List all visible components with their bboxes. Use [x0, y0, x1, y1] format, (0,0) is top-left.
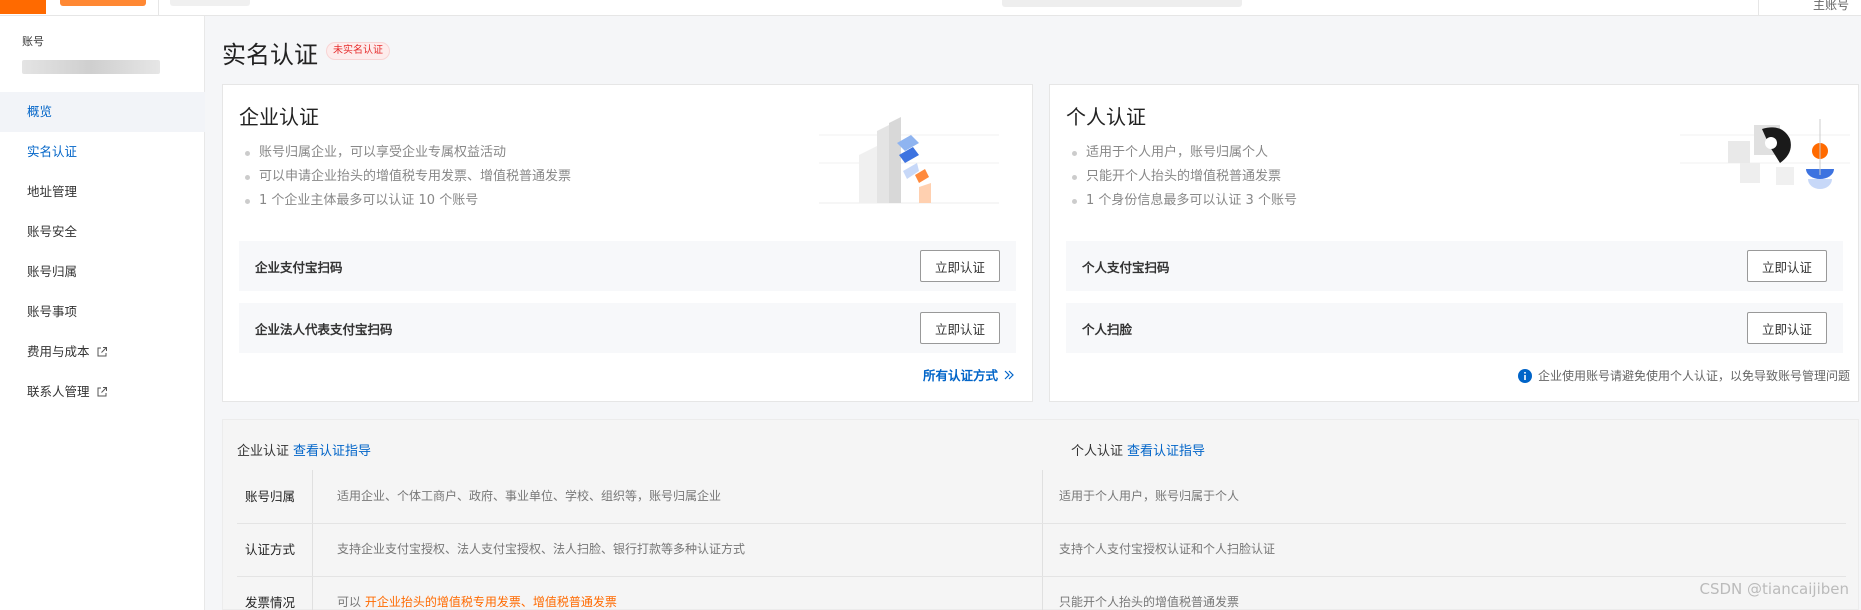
account-menu[interactable]: 主账号 — [1813, 0, 1849, 13]
sidebar-item-label: 账号事项 — [27, 304, 78, 319]
verify-now-button[interactable]: 立即认证 — [919, 250, 1000, 282]
global-search-input[interactable] — [1002, 0, 1242, 7]
personal-cell: 支持个人支付宝授权认证和个人扫脸认证 — [1059, 542, 1276, 556]
products-menu[interactable] — [170, 0, 250, 6]
verify-now-button[interactable]: 立即认证 — [1746, 250, 1827, 282]
enterprise-cell: 可以 开企业抬头的增值税专用发票、增值税普通发票 — [337, 576, 617, 610]
list-item: 1 个企业主体最多可以认证 10 个账号 — [245, 189, 571, 213]
list-item: 可以申请企业抬头的增值税专用发票、增值税普通发票 — [245, 165, 571, 189]
personal-cell: 适用于个人用户，账号归属于个人 — [1059, 489, 1240, 503]
top-navigation-bar: 主账号 — [0, 0, 1861, 16]
sidebar-item-label: 概览 — [27, 104, 53, 119]
sidebar-item-ownership[interactable]: 账号归属 — [0, 252, 205, 292]
sidebar-item-address[interactable]: 地址管理 — [0, 172, 205, 212]
sidebar-item-label: 账号安全 — [27, 224, 78, 239]
brand-logo[interactable] — [60, 0, 146, 6]
card-title: 个人认证 — [1066, 105, 1146, 129]
method-label: 企业支付宝扫码 — [255, 259, 343, 275]
building-illustration — [819, 117, 999, 204]
method-label: 个人扫脸 — [1082, 321, 1133, 337]
page-title: 实名认证 — [222, 41, 318, 69]
sidebar-item-label: 地址管理 — [27, 184, 78, 199]
enterprise-cell: 适用企业、个体工商户、政府、事业单位、学校、组织等，账号归属企业 — [337, 489, 722, 503]
sidebar: 账号 概览 实名认证 地址管理 账号安全 账号归属 账号事项 费用与成本 联系人… — [0, 16, 205, 610]
verify-now-button[interactable]: 立即认证 — [919, 312, 1000, 344]
list-item: 只能开个人抬头的增值税普通发票 — [1072, 165, 1297, 189]
sidebar-item-security[interactable]: 账号安全 — [0, 212, 205, 252]
sidebar-item-contacts[interactable]: 联系人管理 — [0, 372, 205, 412]
verify-now-button[interactable]: 立即认证 — [1746, 312, 1827, 344]
list-item: 1 个身份信息最多可以认证 3 个账号 — [1072, 189, 1297, 213]
enterprise-guide-link[interactable]: 查看认证指导 — [293, 440, 371, 459]
account-label: 账号 — [22, 35, 44, 48]
all-methods-label: 所有认证方式 — [922, 368, 998, 383]
invoice-highlight-link[interactable]: 开企业抬头的增值税专用发票、增值税普通发票 — [365, 595, 617, 609]
table-row: 发票情况 可以 开企业抬头的增值税专用发票、增值税普通发票 只能开个人抬头的增值… — [237, 576, 1846, 610]
column-title: 企业认证 — [237, 444, 290, 459]
comparison-table: 企业认证 查看认证指导 个人认证 查看认证指导 账号归属 适用企业、个体工商户、… — [222, 419, 1859, 610]
info-icon — [1517, 368, 1532, 383]
personal-cell: 只能开个人抬头的增值税普通发票 — [1059, 595, 1240, 609]
warning-tip: 企业使用账号请避免使用个人认证，以免导致账号管理问题 — [1517, 367, 1850, 384]
all-methods-link[interactable]: 所有认证方式 — [923, 365, 1014, 384]
benefit-list: 适用于个人用户，账号归属个人 只能开个人抬头的增值税普通发票 1 个身份信息最多… — [1072, 141, 1297, 213]
sidebar-nav: 概览 实名认证 地址管理 账号安全 账号归属 账号事项 费用与成本 联系人管理 — [0, 92, 205, 412]
method-row: 企业支付宝扫码 立即认证 — [239, 241, 1016, 291]
column-title: 个人认证 — [1071, 444, 1124, 459]
sidebar-item-real-name-auth[interactable]: 实名认证 — [0, 132, 205, 172]
console-home-button[interactable] — [0, 0, 46, 14]
benefit-list: 账号归属企业，可以享受企业专属权益活动 可以申请企业抬头的增值税专用发票、增值税… — [245, 141, 571, 213]
cell-text: 可以 — [337, 595, 362, 609]
table-row: 账号归属 适用企业、个体工商户、政府、事业单位、学校、组织等，账号归属企业 适用… — [237, 470, 1846, 523]
sidebar-item-overview[interactable]: 概览 — [0, 92, 205, 132]
row-label: 认证方式 — [245, 542, 296, 557]
enterprise-auth-card: 企业认证 账号归属企业，可以享受企业专属权益活动 可以申请企业抬头的增值税专用发… — [222, 84, 1033, 402]
personal-column-header: 个人认证 查看认证指导 — [1071, 440, 1205, 459]
divider — [1758, 0, 1759, 16]
method-row: 企业法人代表支付宝扫码 立即认证 — [239, 303, 1016, 353]
external-link-icon — [97, 347, 107, 357]
table-row: 认证方式 支持企业支付宝授权、法人支付宝授权、法人扫脸、银行打款等多种认证方式 … — [237, 523, 1846, 576]
row-label: 账号归属 — [245, 489, 296, 504]
sidebar-item-label: 费用与成本 — [27, 344, 90, 359]
method-row: 个人扫脸 立即认证 — [1066, 303, 1843, 353]
person-illustration — [1680, 119, 1850, 189]
enterprise-column-header: 企业认证 查看认证指导 — [237, 440, 371, 459]
sidebar-item-label: 联系人管理 — [27, 384, 90, 399]
method-row: 个人支付宝扫码 立即认证 — [1066, 241, 1843, 291]
tip-text: 企业使用账号请避免使用个人认证，以免导致账号管理问题 — [1537, 369, 1850, 383]
sidebar-item-label: 账号归属 — [27, 264, 78, 279]
divider — [158, 0, 159, 16]
double-chevron-right-icon — [1004, 370, 1014, 379]
method-label: 个人支付宝扫码 — [1082, 259, 1170, 275]
status-badge: 未实名认证 — [326, 42, 390, 60]
enterprise-cell: 支持企业支付宝授权、法人支付宝授权、法人扫脸、银行打款等多种认证方式 — [337, 542, 746, 556]
personal-auth-card: 个人认证 适用于个人用户，账号归属个人 只能开个人抬头的增值税普通发票 1 个身… — [1049, 84, 1859, 402]
personal-guide-link[interactable]: 查看认证指导 — [1127, 440, 1205, 459]
list-item: 适用于个人用户，账号归属个人 — [1072, 141, 1297, 165]
sidebar-item-matters[interactable]: 账号事项 — [0, 292, 205, 332]
sidebar-item-label: 实名认证 — [27, 144, 78, 159]
list-item: 账号归属企业，可以享受企业专属权益活动 — [245, 141, 571, 165]
row-label: 发票情况 — [245, 595, 296, 610]
account-id-masked — [22, 60, 160, 74]
sidebar-item-cost[interactable]: 费用与成本 — [0, 332, 205, 372]
card-title: 企业认证 — [239, 105, 319, 129]
external-link-icon — [97, 387, 107, 397]
watermark: CSDN @tiancaijiben — [1699, 580, 1849, 598]
method-label: 企业法人代表支付宝扫码 — [255, 321, 393, 337]
